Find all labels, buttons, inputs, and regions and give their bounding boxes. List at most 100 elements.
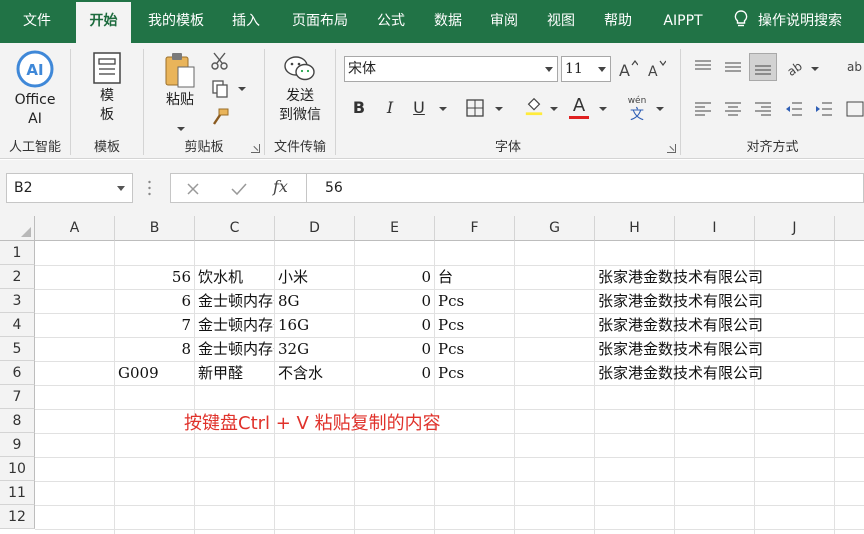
font-color-button[interactable]: A: [568, 95, 590, 119]
name-box[interactable]: B2: [6, 173, 133, 203]
cell-c2[interactable]: 饮水机: [195, 265, 274, 289]
insert-function-button[interactable]: fx: [273, 177, 288, 196]
font-launcher-icon[interactable]: [667, 144, 676, 153]
cell-f2[interactable]: 台: [435, 265, 514, 289]
tab-file[interactable]: 文件: [6, 0, 68, 43]
align-top-icon[interactable]: [693, 57, 713, 77]
cell-e6[interactable]: 0: [355, 361, 434, 385]
row-header-7[interactable]: 7: [0, 385, 35, 409]
row-header-9[interactable]: 9: [0, 433, 35, 457]
tab-help[interactable]: 帮助: [594, 0, 642, 43]
template-button[interactable]: 模 板: [85, 51, 129, 125]
col-header-k[interactable]: [835, 216, 864, 241]
chevron-down-icon[interactable]: [811, 67, 819, 71]
tab-data[interactable]: 数据: [424, 0, 472, 43]
col-header-b[interactable]: B: [115, 216, 195, 241]
merge-center-icon[interactable]: [845, 99, 864, 119]
send-to-wechat-button[interactable]: 发送 到微信: [271, 53, 329, 125]
tab-insert[interactable]: 插入: [222, 0, 270, 43]
cell-h4[interactable]: 张家港金数技术有限公司: [595, 313, 763, 337]
cell-f4[interactable]: Pcs: [435, 313, 514, 337]
underline-button[interactable]: U: [408, 97, 430, 119]
office-ai-button[interactable]: AI Office AI: [6, 49, 64, 129]
col-header-a[interactable]: A: [35, 216, 115, 241]
row-header-11[interactable]: 11: [0, 481, 35, 505]
tab-home[interactable]: 开始: [76, 0, 131, 43]
cell-e4[interactable]: 0: [355, 313, 434, 337]
borders-icon[interactable]: [465, 98, 485, 118]
col-header-e[interactable]: E: [355, 216, 435, 241]
font-size-select[interactable]: 11: [561, 56, 611, 82]
col-header-d[interactable]: D: [275, 216, 355, 241]
row-header-8[interactable]: 8: [0, 409, 35, 433]
cancel-icon[interactable]: [185, 181, 201, 197]
cell-h6[interactable]: 张家港金数技术有限公司: [595, 361, 763, 385]
cell-f3[interactable]: Pcs: [435, 289, 514, 313]
cell-b3[interactable]: 6: [115, 289, 194, 313]
formula-input[interactable]: 56: [306, 173, 864, 203]
cell-f5[interactable]: Pcs: [435, 337, 514, 361]
row-header-2[interactable]: 2: [0, 265, 35, 289]
cell-c6[interactable]: 新甲醛: [195, 361, 274, 385]
col-header-g[interactable]: G: [515, 216, 595, 241]
cell-e2[interactable]: 0: [355, 265, 434, 289]
clipboard-launcher-icon[interactable]: [251, 144, 260, 153]
cell-h5[interactable]: 张家港金数技术有限公司: [595, 337, 763, 361]
cell-e5[interactable]: 0: [355, 337, 434, 361]
cell-c5[interactable]: 金士顿内存条: [195, 337, 274, 361]
cell-f6[interactable]: Pcs: [435, 361, 514, 385]
col-header-f[interactable]: F: [435, 216, 515, 241]
row-header-3[interactable]: 3: [0, 289, 35, 313]
row-header-6[interactable]: 6: [0, 361, 35, 385]
col-header-h[interactable]: H: [595, 216, 675, 241]
chevron-down-icon[interactable]: [599, 107, 607, 111]
decrease-indent-icon[interactable]: [784, 99, 804, 119]
align-center-icon[interactable]: [723, 99, 743, 119]
select-all-corner[interactable]: [0, 216, 35, 241]
cell-c4[interactable]: 金士顿内存条: [195, 313, 274, 337]
italic-button[interactable]: I: [379, 97, 401, 119]
cell-b2[interactable]: 56: [115, 265, 194, 289]
chevron-down-icon[interactable]: [439, 107, 447, 111]
increase-indent-icon[interactable]: [814, 99, 834, 119]
cell-d6[interactable]: 不含水: [275, 361, 354, 385]
cell-d4[interactable]: 16G: [275, 313, 354, 337]
align-left-icon[interactable]: [693, 99, 713, 119]
col-header-j[interactable]: J: [755, 216, 835, 241]
paste-button[interactable]: 粘贴: [158, 51, 202, 131]
cell-c3[interactable]: 金士顿内存条: [195, 289, 274, 313]
cell-d2[interactable]: 小米: [275, 265, 354, 289]
drag-handle-icon[interactable]: [148, 180, 151, 196]
tab-aippt[interactable]: AIPPT: [655, 0, 711, 43]
align-middle-icon[interactable]: [723, 57, 743, 77]
col-header-c[interactable]: C: [195, 216, 275, 241]
enter-check-icon[interactable]: [230, 181, 248, 197]
cell-b6[interactable]: G009: [115, 361, 194, 385]
row-header-5[interactable]: 5: [0, 337, 35, 361]
copy-icon[interactable]: [210, 79, 230, 99]
cell-d5[interactable]: 32G: [275, 337, 354, 361]
cell-h3[interactable]: 张家港金数技术有限公司: [595, 289, 763, 313]
wrap-text-icon[interactable]: ab: [845, 57, 864, 77]
chevron-down-icon[interactable]: [550, 107, 558, 111]
chevron-down-icon[interactable]: [238, 87, 246, 91]
cell-b5[interactable]: 8: [115, 337, 194, 361]
cell-e3[interactable]: 0: [355, 289, 434, 313]
row-header-1[interactable]: 1: [0, 241, 35, 265]
tab-view[interactable]: 视图: [537, 0, 585, 43]
row-header-4[interactable]: 4: [0, 313, 35, 337]
phonetic-guide-button[interactable]: wén 文: [626, 96, 648, 123]
help-search[interactable]: 操作说明搜索: [734, 0, 842, 43]
align-right-icon[interactable]: [753, 99, 773, 119]
orientation-icon[interactable]: ab: [784, 57, 804, 77]
tab-formulas[interactable]: 公式: [367, 0, 415, 43]
decrease-font-icon[interactable]: A: [646, 59, 666, 79]
tab-page-layout[interactable]: 页面布局: [283, 0, 357, 43]
cut-icon[interactable]: [210, 51, 230, 71]
cell-d3[interactable]: 8G: [275, 289, 354, 313]
col-header-i[interactable]: I: [675, 216, 755, 241]
increase-font-icon[interactable]: A: [618, 59, 638, 79]
tab-my-templates[interactable]: 我的模板: [139, 0, 213, 43]
row-header-12[interactable]: 12: [0, 505, 35, 529]
row-header-10[interactable]: 10: [0, 457, 35, 481]
